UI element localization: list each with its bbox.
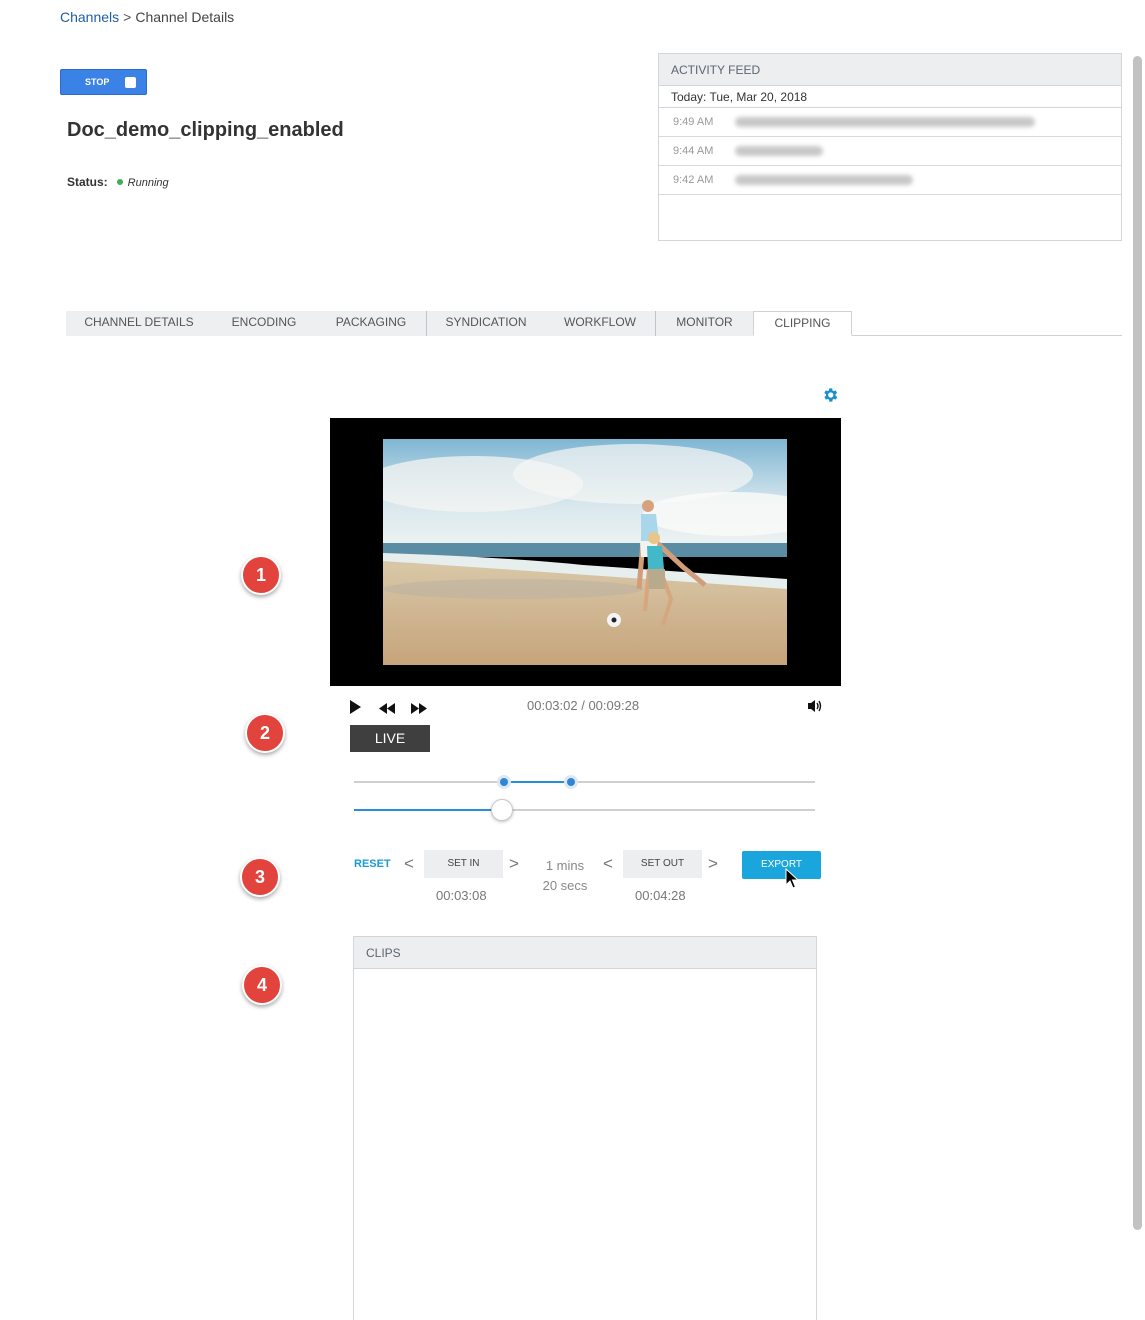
- redacted-text: [735, 146, 823, 156]
- tab-monitor[interactable]: MONITOR: [656, 311, 753, 336]
- status-row: Status: Running: [67, 175, 169, 189]
- set-out-prev-button[interactable]: <: [603, 855, 613, 873]
- tab-packaging[interactable]: PACKAGING: [316, 311, 426, 336]
- activity-feed: ACTIVITY FEED Today: Tue, Mar 20, 2018 9…: [658, 53, 1122, 241]
- clips-panel: CLIPS: [353, 936, 817, 1320]
- volume-icon[interactable]: [807, 699, 823, 716]
- activity-entry-time: 9:44 AM: [673, 145, 714, 157]
- clip-duration: 1 mins 20 secs: [535, 856, 595, 896]
- clip-range-fill: [503, 781, 571, 783]
- callout-badge: 4: [242, 965, 282, 1005]
- live-button[interactable]: LIVE: [350, 725, 430, 752]
- set-in-time: 00:03:08: [436, 888, 487, 903]
- redacted-text: [735, 175, 913, 185]
- status-value: Running: [127, 177, 169, 189]
- play-icon[interactable]: [348, 699, 362, 718]
- set-in-prev-button[interactable]: <: [404, 855, 414, 873]
- clip-start-handle[interactable]: [496, 775, 511, 789]
- activity-feed-date: Today: Tue, Mar 20, 2018: [659, 86, 1121, 108]
- rewind-icon[interactable]: [379, 701, 395, 717]
- video-player[interactable]: [330, 418, 841, 686]
- set-out-button[interactable]: SET OUT: [623, 850, 702, 878]
- page-title: Doc_demo_clipping_enabled: [67, 119, 344, 141]
- tab-syndication[interactable]: SYNDICATION: [427, 311, 545, 336]
- breadcrumb-current: Channel Details: [135, 9, 235, 25]
- set-in-next-button[interactable]: >: [509, 855, 519, 873]
- callout-badge: 1: [241, 555, 281, 595]
- status-dot-icon: [116, 179, 123, 186]
- clips-panel-title: CLIPS: [354, 937, 816, 969]
- fast-forward-icon[interactable]: [411, 701, 427, 717]
- tab-clipping[interactable]: CLIPPING: [753, 311, 852, 336]
- activity-entry: 9:44 AM: [659, 137, 1121, 166]
- seek-progress: [354, 809, 502, 811]
- set-out-time: 00:04:28: [635, 888, 686, 903]
- callout-badge: 3: [240, 857, 280, 897]
- stop-button-label: STOP: [85, 77, 110, 87]
- stop-icon: [125, 77, 136, 88]
- clip-duration-minutes: 1 mins: [545, 858, 585, 873]
- tab-bar: CHANNEL DETAILS ENCODING PACKAGING SYNDI…: [66, 311, 1122, 336]
- activity-entry-time: 9:42 AM: [673, 174, 714, 186]
- breadcrumb: Channels > Channel Details: [60, 9, 234, 25]
- tab-workflow[interactable]: WORKFLOW: [545, 311, 655, 336]
- stop-button[interactable]: STOP: [60, 69, 147, 95]
- activity-entry: 9:42 AM: [659, 166, 1121, 195]
- clip-end-handle[interactable]: [563, 775, 578, 789]
- clip-duration-seconds: 20 secs: [542, 878, 588, 893]
- activity-feed-title: ACTIVITY FEED: [659, 54, 1121, 86]
- activity-entry: 9:49 AM: [659, 108, 1121, 137]
- reset-button[interactable]: RESET: [354, 858, 391, 870]
- timecode: 00:03:02 / 00:09:28: [527, 698, 640, 713]
- status-label: Status:: [67, 175, 108, 189]
- redacted-text: [735, 117, 1035, 127]
- page-scrollbar[interactable]: [1133, 56, 1142, 1230]
- callout-badge: 2: [245, 713, 285, 753]
- gear-icon[interactable]: [821, 386, 839, 404]
- tab-channel-details[interactable]: CHANNEL DETAILS: [66, 311, 212, 336]
- video-frame: [383, 439, 787, 665]
- breadcrumb-channels-link[interactable]: Channels: [60, 9, 119, 25]
- mouse-cursor-icon: [785, 867, 800, 890]
- set-in-button[interactable]: SET IN: [424, 850, 503, 878]
- export-button[interactable]: EXPORT: [742, 851, 821, 879]
- seek-handle[interactable]: [490, 799, 513, 821]
- activity-entry-time: 9:49 AM: [673, 116, 714, 128]
- tab-encoding[interactable]: ENCODING: [212, 311, 316, 336]
- clip-range-track[interactable]: [354, 781, 815, 783]
- set-out-next-button[interactable]: >: [708, 855, 718, 873]
- breadcrumb-separator: >: [123, 9, 132, 25]
